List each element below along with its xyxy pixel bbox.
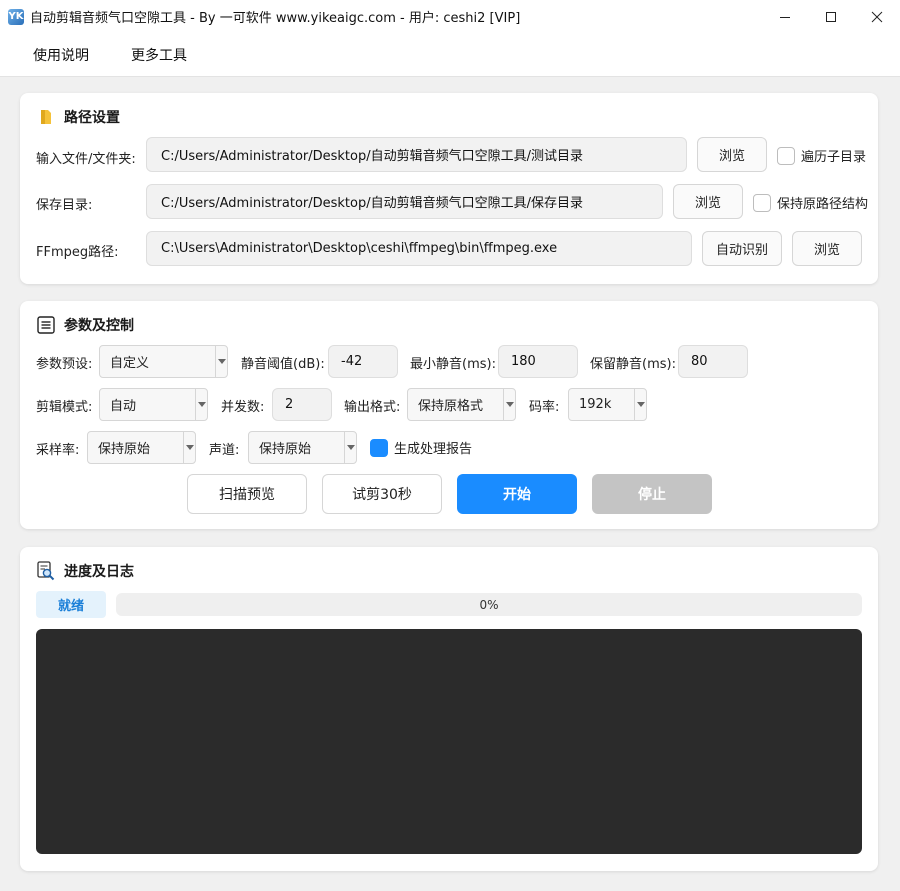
chevron-down-icon[interactable]: [183, 432, 195, 463]
input-path-label: 输入文件/文件夹:: [36, 152, 136, 167]
min-silence-label: 最小静音(ms):: [410, 357, 496, 372]
recursive-checkbox-label: 遍历子目录: [801, 150, 867, 165]
search-document-icon: [36, 561, 56, 581]
menu-bar: 使用说明 更多工具: [0, 33, 900, 77]
params-title: 参数及控制: [36, 315, 134, 335]
stop-button[interactable]: 停止: [592, 474, 712, 514]
recursive-checkbox-box[interactable]: [777, 146, 795, 165]
progress-log-title: 进度及日志: [36, 561, 134, 581]
edit-mode-select-value: 自动: [110, 399, 137, 414]
maximize-button[interactable]: [808, 0, 854, 33]
report-checkbox[interactable]: 生成处理报告: [370, 438, 472, 457]
edit-mode-label: 剪辑模式:: [36, 400, 93, 415]
sample-rate-select-value: 保持原始: [98, 442, 151, 457]
path-settings-card: 路径设置 输入文件/文件夹: C:/Users/Administrator/De…: [20, 93, 878, 284]
concurrency-label: 并发数:: [221, 400, 265, 415]
keep-silence-input[interactable]: 80: [678, 345, 748, 378]
path-settings-title: 路径设置: [36, 107, 120, 127]
app-logo-icon: YK: [8, 8, 24, 25]
trial-cut-button[interactable]: 试剪30秒: [322, 474, 442, 514]
folder-icon: [36, 107, 56, 127]
title-bar: YK 自动剪辑音频气口空隙工具 - By 一可软件 www.yikeaigc.c…: [0, 0, 900, 33]
bitrate-select[interactable]: 192k: [568, 388, 647, 421]
path-settings-title-text: 路径设置: [64, 110, 120, 126]
params-card: 参数及控制 参数预设: 自定义 静音阈值(dB): -42 最小静音(ms): …: [20, 301, 878, 529]
save-path-label: 保存目录:: [36, 198, 93, 213]
chevron-down-icon[interactable]: [503, 389, 515, 420]
chevron-down-icon[interactable]: [634, 389, 646, 420]
keep-structure-checkbox-label: 保持原路径结构: [777, 197, 869, 212]
silence-threshold-input[interactable]: -42: [328, 345, 398, 378]
output-format-label: 输出格式:: [344, 400, 401, 415]
ffmpeg-path-field[interactable]: C:\Users\Administrator\Desktop\ceshi\ffm…: [146, 231, 692, 266]
silence-threshold-label: 静音阈值(dB):: [241, 357, 325, 372]
keep-structure-checkbox-box[interactable]: [753, 193, 771, 212]
bitrate-label: 码率:: [529, 400, 560, 415]
save-browse-button[interactable]: 浏览: [673, 184, 743, 219]
progress-log-card: 进度及日志 就绪 0%: [20, 547, 878, 871]
maximize-icon: [826, 11, 836, 22]
window-title: 自动剪辑音频气口空隙工具 - By 一可软件 www.yikeaigc.com …: [30, 11, 521, 26]
status-badge: 就绪: [36, 591, 106, 618]
channels-label: 声道:: [209, 443, 240, 458]
output-format-select-value: 保持原格式: [418, 399, 484, 414]
keep-silence-label: 保留静音(ms):: [590, 357, 676, 372]
save-path-field[interactable]: C:/Users/Administrator/Desktop/自动剪辑音频气口空…: [146, 184, 663, 219]
output-format-select[interactable]: 保持原格式: [407, 388, 516, 421]
channels-select[interactable]: 保持原始: [248, 431, 357, 464]
report-checkbox-label: 生成处理报告: [394, 442, 473, 457]
channels-select-value: 保持原始: [259, 442, 312, 457]
params-title-text: 参数及控制: [64, 318, 134, 334]
ffmpeg-browse-button[interactable]: 浏览: [792, 231, 862, 266]
menu-item-more-tools[interactable]: 更多工具: [110, 45, 208, 65]
preset-select-value: 自定义: [110, 356, 150, 371]
menu-item-help[interactable]: 使用说明: [0, 45, 110, 65]
progress-bar-text: 0%: [479, 597, 499, 612]
ffmpeg-path-label: FFmpeg路径:: [36, 245, 119, 260]
input-browse-button[interactable]: 浏览: [697, 137, 767, 172]
preset-select[interactable]: 自定义: [99, 345, 228, 378]
chevron-down-icon[interactable]: [344, 432, 356, 463]
minimize-icon: [780, 16, 790, 18]
minimize-button[interactable]: [762, 0, 808, 33]
input-path-field[interactable]: C:/Users/Administrator/Desktop/自动剪辑音频气口空…: [146, 137, 687, 172]
bitrate-select-value: 192k: [579, 397, 612, 412]
concurrency-input[interactable]: 2: [272, 388, 332, 421]
recursive-checkbox[interactable]: 遍历子目录: [777, 146, 866, 165]
log-output[interactable]: [36, 629, 862, 854]
close-icon: [871, 11, 883, 22]
sample-rate-select[interactable]: 保持原始: [87, 431, 196, 464]
scan-preview-button[interactable]: 扫描预览: [187, 474, 307, 514]
sample-rate-label: 采样率:: [36, 443, 80, 458]
progress-bar: 0%: [116, 593, 862, 616]
start-button[interactable]: 开始: [457, 474, 577, 514]
chevron-down-icon[interactable]: [195, 389, 207, 420]
report-checkbox-box[interactable]: [370, 438, 388, 457]
keep-structure-checkbox[interactable]: 保持原路径结构: [753, 193, 868, 212]
chevron-down-icon[interactable]: [215, 346, 227, 377]
preset-label: 参数预设:: [36, 357, 93, 372]
edit-mode-select[interactable]: 自动: [99, 388, 208, 421]
list-icon: [36, 315, 56, 335]
window-controls: [762, 0, 900, 33]
close-button[interactable]: [854, 0, 900, 33]
ffmpeg-auto-detect-button[interactable]: 自动识别: [702, 231, 782, 266]
progress-log-title-text: 进度及日志: [64, 564, 134, 580]
min-silence-input[interactable]: 180: [498, 345, 578, 378]
